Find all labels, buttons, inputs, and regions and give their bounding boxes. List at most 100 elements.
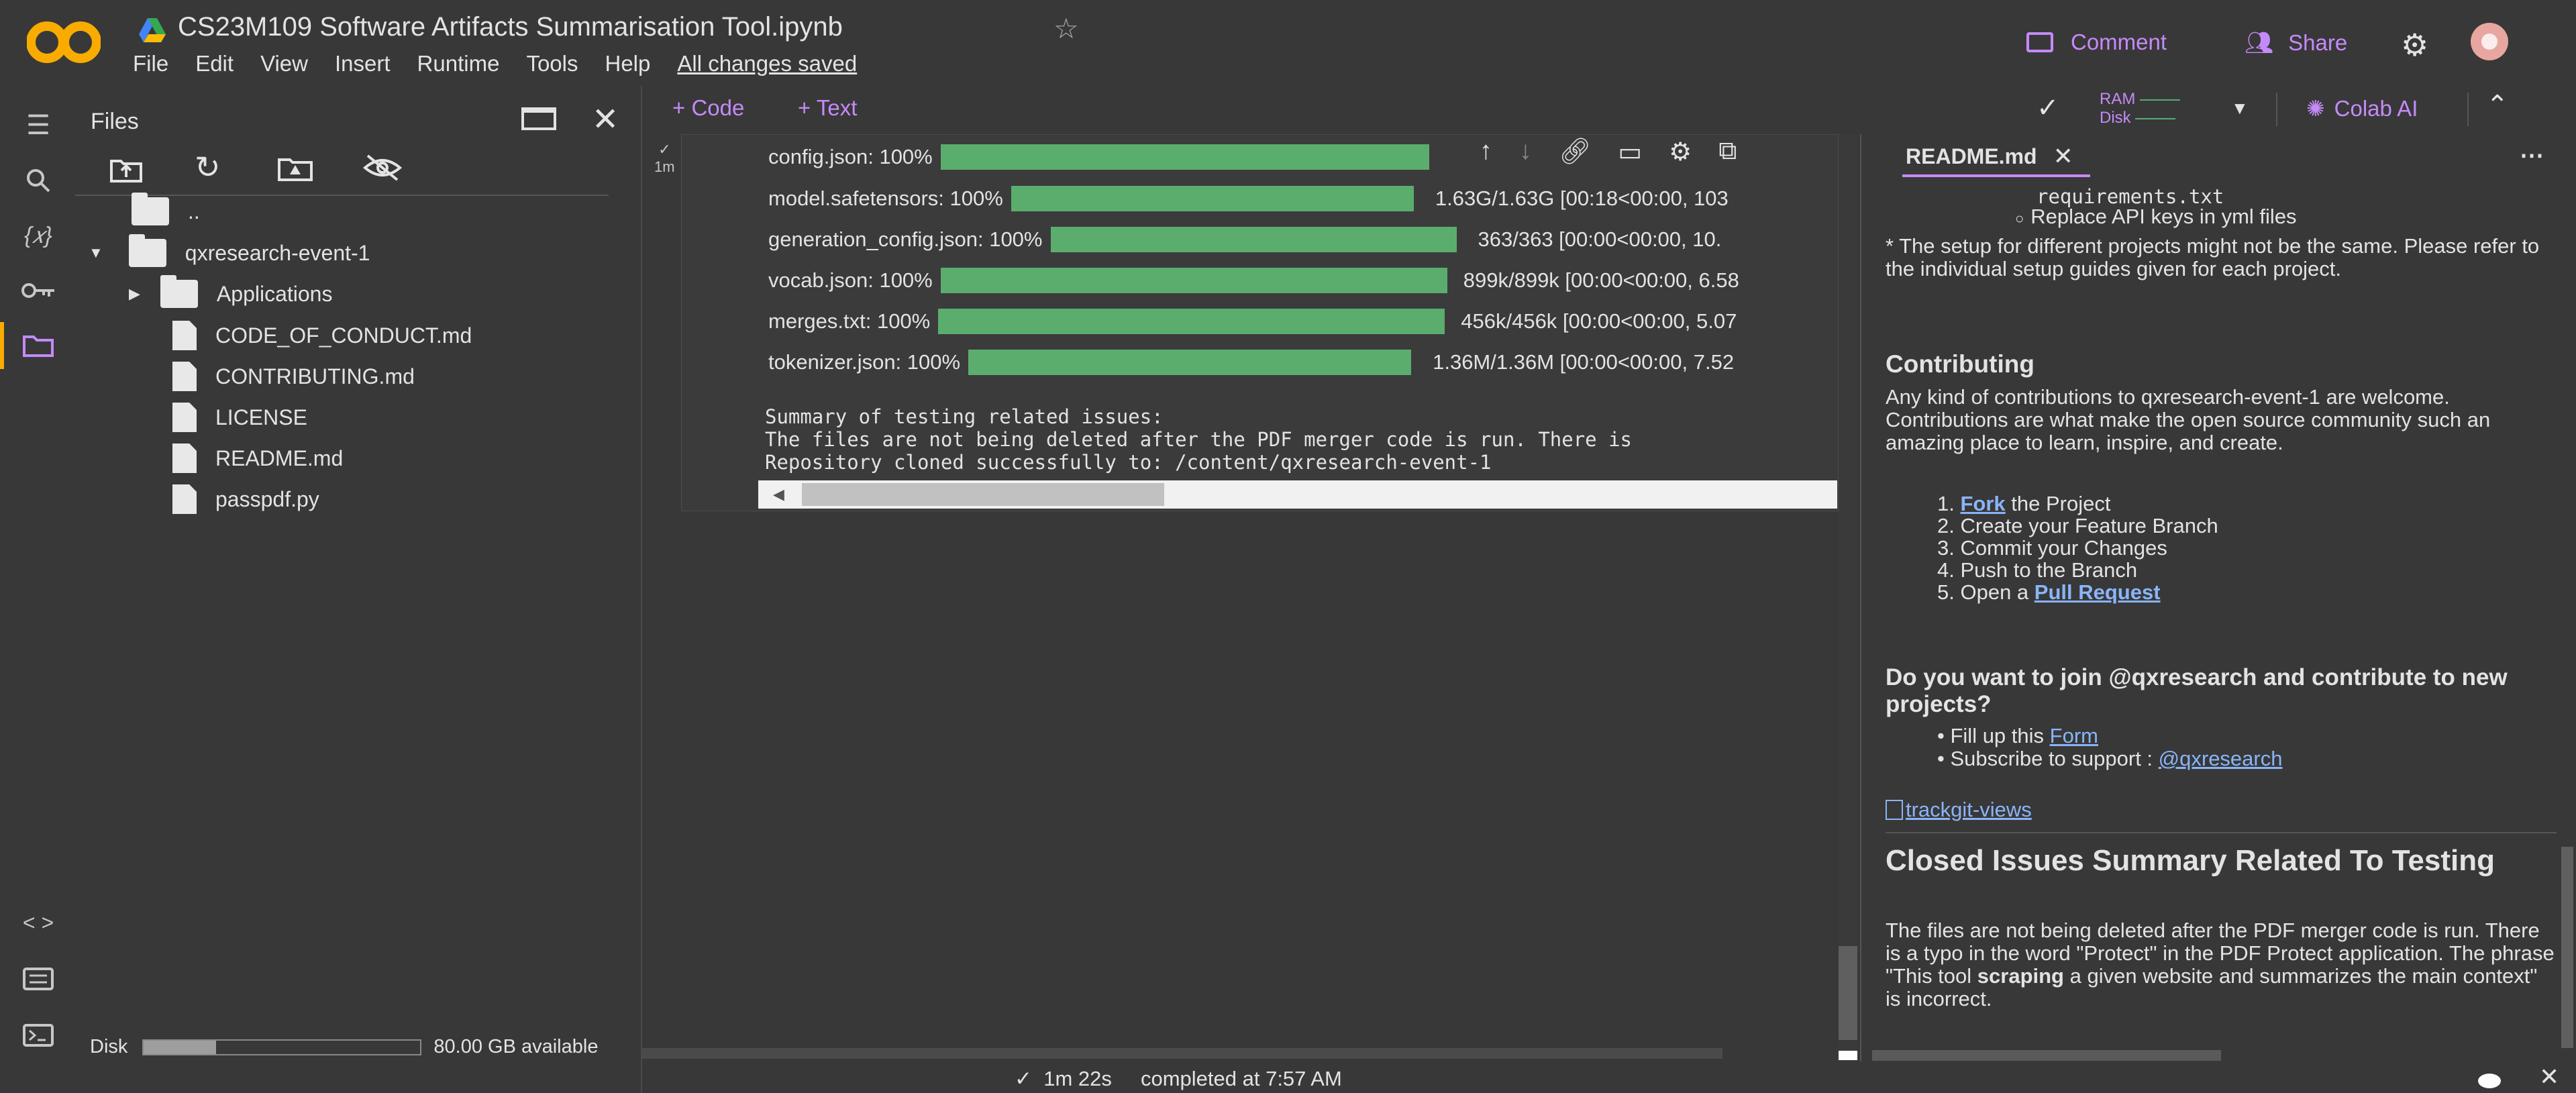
trackgit-image-link[interactable]: trackgit-views <box>1886 798 2032 821</box>
tree-row-file[interactable]: CODE_OF_CONDUCT.md <box>172 321 472 350</box>
scrollbar-thumb[interactable] <box>1839 946 1857 1040</box>
pull-request-link[interactable]: Pull Request <box>2034 580 2161 604</box>
gear-icon[interactable]: ⚙ <box>2401 27 2428 63</box>
divider <box>2467 93 2469 126</box>
colab-ai-button[interactable]: ✺ Colab AI <box>2306 95 2418 121</box>
notebook-scrollbar[interactable] <box>1839 134 1857 1061</box>
add-code-button[interactable]: + Code <box>672 95 744 121</box>
progress-row: vocab.json: 100% 899k/899k [00:00<00:00,… <box>768 268 1739 293</box>
readme-fill-line: • Fill up this Form <box>1937 724 2098 747</box>
arrow-up-icon[interactable]: ↑ <box>1480 137 1492 167</box>
close-icon[interactable]: ✕ <box>592 101 619 138</box>
scroll-left-icon[interactable]: ◀ <box>773 486 784 503</box>
files-panel-title: Files <box>91 109 139 134</box>
disk-usage: Disk 80.00 GB available <box>90 1036 599 1057</box>
more-options-icon[interactable]: ⋯ <box>2520 141 2544 169</box>
refresh-icon[interactable]: ↻ <box>195 149 221 185</box>
tree-row-file[interactable]: README.md <box>172 444 343 473</box>
colab-logo[interactable] <box>27 20 101 64</box>
chevron-down-icon[interactable]: ▼ <box>2231 98 2249 119</box>
menu-help[interactable]: Help <box>605 51 650 76</box>
readme-closed-heading: Closed Issues Summary Related To Testing <box>1886 844 2495 877</box>
people-icon: 👥︎ <box>2245 30 2274 56</box>
link-icon[interactable]: 🔗︎ <box>1559 137 1591 167</box>
folder-icon[interactable] <box>19 326 58 365</box>
divider <box>2276 93 2277 126</box>
output-horizontal-scrollbar[interactable]: ◀ <box>758 480 1837 509</box>
scrollbar-thumb[interactable] <box>802 483 1164 506</box>
readme-contributing-text: Any kind of contributions to qxresearch-… <box>1886 385 2491 454</box>
arrow-down-icon[interactable]: ↓ <box>1519 137 1532 167</box>
menu-runtime[interactable]: Runtime <box>417 51 500 76</box>
caret-down-icon[interactable]: ▼ <box>89 244 103 262</box>
add-text-button[interactable]: + Text <box>798 95 857 121</box>
readme-step: 2. Create your Feature Branch <box>1937 514 2218 537</box>
search-icon[interactable] <box>19 161 58 200</box>
menu-view[interactable]: View <box>260 51 308 76</box>
broken-image-icon <box>1886 800 1903 820</box>
disk-usage-bar <box>142 1039 422 1055</box>
progress-bar <box>968 350 1412 375</box>
progress-row: config.json: 100% <box>768 144 1437 170</box>
code-snippets-icon[interactable]: < > <box>19 903 58 942</box>
tree-row-file[interactable]: CONTRIBUTING.md <box>172 362 415 391</box>
share-button[interactable]: 👥︎ Share <box>2245 30 2347 56</box>
toc-icon[interactable]: ☰ <box>19 106 58 145</box>
ram-disk-indicator[interactable]: RAM Disk <box>2100 90 2181 127</box>
folder-icon <box>160 275 198 308</box>
comment-button[interactable]: Comment <box>2026 30 2167 55</box>
tree-row-file[interactable]: passpdf.py <box>172 484 319 514</box>
tree-row-applications[interactable]: ▶ Applications <box>129 275 332 308</box>
readme-step: 5. Open a Pull Request <box>1937 580 2161 604</box>
readme-horizontal-scrollbar[interactable] <box>1872 1050 2221 1061</box>
form-link[interactable]: Form <box>2050 724 2098 747</box>
divider <box>1886 832 2557 833</box>
readme-api-line: ○ Replace API keys in yml files <box>2015 205 2297 228</box>
upload-icon[interactable] <box>109 153 144 183</box>
menu-insert[interactable]: Insert <box>335 51 391 76</box>
readme-setup-note: * The setup for different projects might… <box>1886 234 2540 280</box>
file-icon <box>172 484 197 514</box>
variables-icon[interactable]: {𝑥} <box>19 216 58 255</box>
close-icon[interactable]: ✕ <box>2053 142 2073 170</box>
menu-tools[interactable]: Tools <box>526 51 578 76</box>
key-icon[interactable] <box>19 271 58 310</box>
terminal-icon[interactable] <box>19 1016 58 1055</box>
open-in-tab-icon[interactable] <box>521 107 556 130</box>
readme-step: 1. Fork the Project <box>1937 492 2111 515</box>
tree-row-parent[interactable]: .. <box>132 193 200 225</box>
qxresearch-link[interactable]: @qxresearch <box>2159 747 2283 770</box>
tree-row-qxresearch[interactable]: ▼ qxresearch-event-1 <box>89 234 370 267</box>
gear-icon[interactable]: ⚙ <box>1669 137 1692 167</box>
sparkle-icon: ✺ <box>2306 96 2325 121</box>
hide-files-icon[interactable] <box>362 153 403 183</box>
menu-edit[interactable]: Edit <box>195 51 234 76</box>
menu-file[interactable]: File <box>133 51 168 76</box>
close-icon[interactable]: ✕ <box>2539 1063 2559 1091</box>
star-icon[interactable]: ☆ <box>1053 12 1079 45</box>
progress-bar <box>1050 227 1457 252</box>
active-tab-indicator <box>1902 174 2090 177</box>
readme-scrollbar-thumb[interactable] <box>2561 847 2573 1048</box>
progress-bar <box>940 144 1429 170</box>
cell-exec-status: ✓ 1m <box>654 141 675 175</box>
notebook-horizontal-scrollbar[interactable] <box>642 1048 1722 1059</box>
menu-bar: File Edit View Insert Runtime Tools Help… <box>133 51 884 76</box>
execution-status[interactable]: ✓ 1m 22s completed at 7:57 AM <box>1015 1067 1342 1091</box>
active-indicator <box>0 322 4 369</box>
caret-right-icon[interactable]: ▶ <box>129 285 140 303</box>
comment-icon <box>2026 32 2053 52</box>
readme-tab[interactable]: README.md ✕ <box>1906 142 2073 170</box>
chevron-up-icon[interactable]: ⌃ <box>2486 90 2509 121</box>
avatar[interactable] <box>2471 23 2508 60</box>
save-status[interactable]: All changes saved <box>677 51 857 76</box>
notebook-title[interactable]: CS23M109 Software Artifacts Summarisatio… <box>178 12 843 42</box>
readme-panel: README.md ✕ ⋯ requirements.txt ○ Replace … <box>1862 134 2576 1074</box>
tree-row-file[interactable]: LICENSE <box>172 403 307 432</box>
mount-drive-icon[interactable] <box>276 153 314 183</box>
toolbar-divider <box>75 195 609 196</box>
command-palette-icon[interactable] <box>19 959 58 998</box>
fork-link[interactable]: Fork <box>1960 492 2005 515</box>
comment-icon[interactable]: ▭ <box>1618 137 1642 167</box>
copy-icon[interactable]: ⧉ <box>1718 137 1737 167</box>
